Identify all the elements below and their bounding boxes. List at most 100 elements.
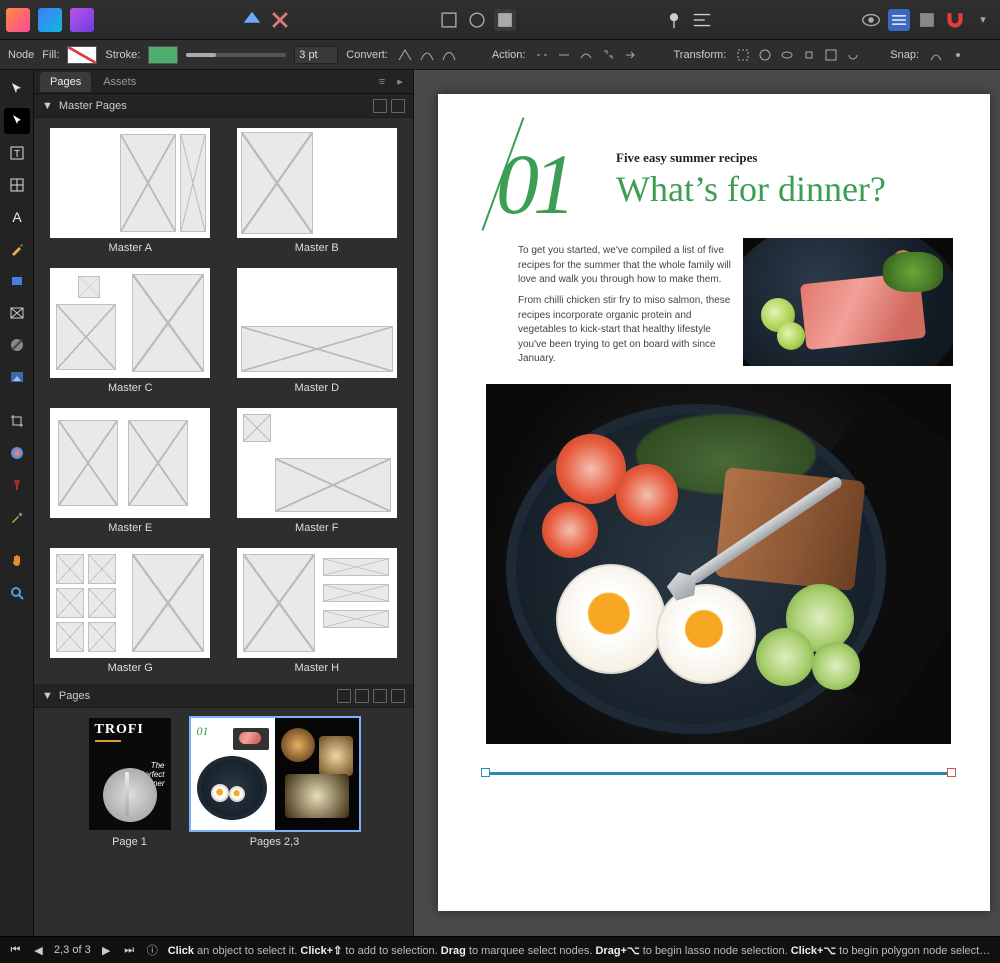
page-thumb-2-3[interactable]: 01: [191, 718, 359, 848]
panel-menu-icon[interactable]: ≡: [375, 75, 389, 89]
zoom-tool[interactable]: [4, 580, 30, 606]
pages-delete-icon[interactable]: [391, 689, 405, 703]
master-a[interactable]: Master A: [48, 128, 213, 254]
nav-last-icon[interactable]: ⏭: [122, 943, 137, 958]
tab-assets[interactable]: Assets: [93, 72, 146, 92]
action-label: Action:: [492, 49, 526, 61]
master-b-label: Master B: [295, 242, 339, 254]
color-picker-tool[interactable]: [4, 504, 30, 530]
persona-icon-a[interactable]: [241, 9, 263, 31]
glass-tool[interactable]: [4, 472, 30, 498]
master-f[interactable]: Master F: [235, 408, 400, 534]
hero-image-large[interactable]: [486, 384, 951, 744]
persona-icon-b[interactable]: [269, 9, 291, 31]
master-g[interactable]: Master G: [48, 548, 213, 674]
stroke-width-input[interactable]: [294, 46, 338, 64]
pin-icon[interactable]: [663, 9, 685, 31]
view-mode-circle-icon[interactable]: [466, 9, 488, 31]
master-delete-icon[interactable]: [391, 99, 405, 113]
move-tool[interactable]: [4, 76, 30, 102]
transform-handle-icon[interactable]: [800, 46, 818, 64]
nav-next-icon[interactable]: ▶: [99, 943, 114, 958]
frame-text-tool[interactable]: T: [4, 140, 30, 166]
chevron-down-icon[interactable]: ▼: [42, 100, 53, 112]
master-c[interactable]: Master C: [48, 268, 213, 394]
masters-grid: Master A Master B Master C: [34, 118, 413, 684]
magnet-icon[interactable]: [944, 9, 966, 31]
convert-smart-icon[interactable]: [440, 46, 458, 64]
tool-palette: T A: [0, 70, 34, 936]
pen-tool[interactable]: [4, 236, 30, 262]
baseline-icon[interactable]: [888, 9, 910, 31]
hand-tool[interactable]: [4, 548, 30, 574]
action-close-icon[interactable]: [555, 46, 573, 64]
stroke-width-slider[interactable]: [186, 53, 286, 57]
align-icon[interactable]: [691, 9, 713, 31]
convert-label: Convert:: [346, 49, 388, 61]
transform-label: Transform:: [673, 49, 726, 61]
dropdown-icon[interactable]: ▾: [972, 9, 994, 31]
action-reverse-icon[interactable]: [621, 46, 639, 64]
canvas[interactable]: 01 Five easy summer recipes What’s for d…: [414, 70, 1000, 936]
table-tool[interactable]: [4, 172, 30, 198]
page-spread: 01 Five easy summer recipes What’s for d…: [438, 94, 990, 911]
status-bar: ⏮ ◀ 2,3 of 3 ▶ ⏭ ⓘ Click an object to se…: [0, 936, 1000, 963]
tab-pages[interactable]: Pages: [40, 72, 91, 92]
app-switch-publisher-icon[interactable]: [6, 8, 30, 32]
transform-rotate-icon[interactable]: [844, 46, 862, 64]
clip-icon[interactable]: [916, 9, 938, 31]
kicker-text: Five easy summer recipes: [616, 150, 757, 166]
master-h[interactable]: Master H: [235, 548, 400, 674]
convert-sharp-icon[interactable]: [396, 46, 414, 64]
selected-line-object[interactable]: [486, 772, 951, 775]
nav-first-icon[interactable]: ⏮: [8, 943, 23, 958]
snap-label: Snap:: [890, 49, 919, 61]
node-tool[interactable]: [4, 108, 30, 134]
master-b[interactable]: Master B: [235, 128, 400, 254]
pages-spread-icon[interactable]: [337, 689, 351, 703]
master-c-label: Master C: [108, 382, 153, 394]
page-thumb-1[interactable]: TROFI The Perfect Dinner Page 1: [89, 718, 171, 848]
hints-toggle-icon[interactable]: ⓘ: [145, 943, 160, 958]
nav-prev-icon[interactable]: ◀: [31, 943, 46, 958]
hero-image-small[interactable]: [743, 238, 953, 366]
snap-curve-icon[interactable]: [927, 46, 945, 64]
app-switch-photo-icon[interactable]: [70, 8, 94, 32]
master-e[interactable]: Master E: [48, 408, 213, 534]
app-toolbar: ▾: [0, 0, 1000, 40]
selection-handle-left[interactable]: [481, 768, 490, 777]
fill-swatch[interactable]: [67, 46, 97, 64]
master-h-label: Master H: [294, 662, 339, 674]
panel-close-icon[interactable]: ▸: [393, 75, 407, 89]
place-image-tool[interactable]: [4, 364, 30, 390]
stroke-swatch[interactable]: [148, 46, 178, 64]
master-e-label: Master E: [108, 522, 152, 534]
crop-tool[interactable]: [4, 408, 30, 434]
transform-box-icon[interactable]: [734, 46, 752, 64]
view-mode-square-icon[interactable]: [438, 9, 460, 31]
pages-dup-icon[interactable]: [373, 689, 387, 703]
svg-text:A: A: [12, 209, 22, 225]
transform-sync-icon[interactable]: [756, 46, 774, 64]
master-d[interactable]: Master D: [235, 268, 400, 394]
master-add-icon[interactable]: [373, 99, 387, 113]
view-mode-fill-icon[interactable]: [494, 9, 516, 31]
transform-sel-icon[interactable]: [822, 46, 840, 64]
app-switch-designer-icon[interactable]: [38, 8, 62, 32]
action-break-icon[interactable]: [533, 46, 551, 64]
fill-tool[interactable]: [4, 440, 30, 466]
action-smooth-icon[interactable]: [577, 46, 595, 64]
preview-icon[interactable]: [860, 9, 882, 31]
selection-handle-right[interactable]: [947, 768, 956, 777]
convert-smooth-icon[interactable]: [418, 46, 436, 64]
snap-node-icon[interactable]: [949, 46, 967, 64]
artistic-text-tool[interactable]: A: [4, 204, 30, 230]
stroke-label: Stroke:: [105, 49, 140, 61]
transform-eye-icon[interactable]: [778, 46, 796, 64]
picture-frame-tool[interactable]: [4, 300, 30, 326]
rectangle-tool[interactable]: [4, 268, 30, 294]
action-join-icon[interactable]: [599, 46, 617, 64]
transparency-tool[interactable]: [4, 332, 30, 358]
chevron-down-icon[interactable]: ▼: [42, 690, 53, 702]
pages-single-icon[interactable]: [355, 689, 369, 703]
